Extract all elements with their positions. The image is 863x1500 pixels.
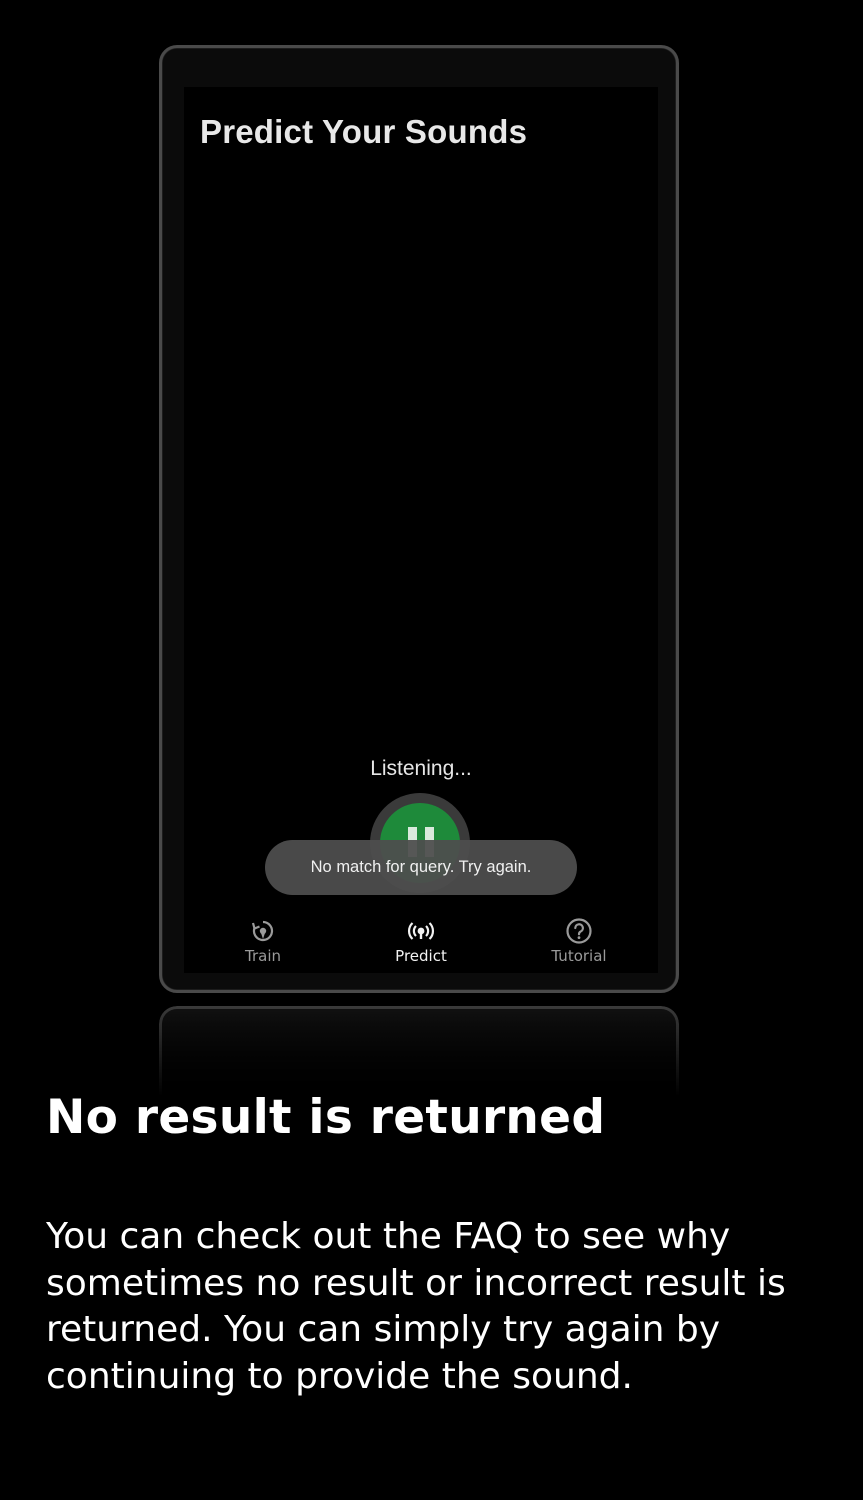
- caption-description: You can check out the FAQ to see why som…: [46, 1216, 786, 1397]
- caption-headline: No result is returned: [46, 1090, 606, 1145]
- page-title: Predict Your Sounds: [200, 113, 528, 150]
- nav-tab-predict[interactable]: Predict: [342, 911, 500, 973]
- nav-label-predict: Predict: [395, 947, 447, 965]
- broadcast-icon: [408, 922, 434, 940]
- device-reflection: [159, 1006, 679, 1096]
- nav-label-train: Train: [245, 947, 281, 965]
- nav-tab-tutorial[interactable]: Tutorial: [500, 911, 658, 973]
- bottom-navigation: Train Predict Tutorial: [184, 911, 658, 973]
- nav-label-tutorial: Tutorial: [551, 947, 607, 965]
- toast-message: No match for query. Try again.: [265, 840, 577, 895]
- train-icon: [251, 920, 274, 942]
- nav-tab-train[interactable]: Train: [184, 911, 342, 973]
- listening-status: Listening...: [370, 757, 472, 780]
- help-circle-icon: [566, 918, 592, 944]
- app-screen: Predict Your Sounds Listening... No matc…: [184, 87, 658, 973]
